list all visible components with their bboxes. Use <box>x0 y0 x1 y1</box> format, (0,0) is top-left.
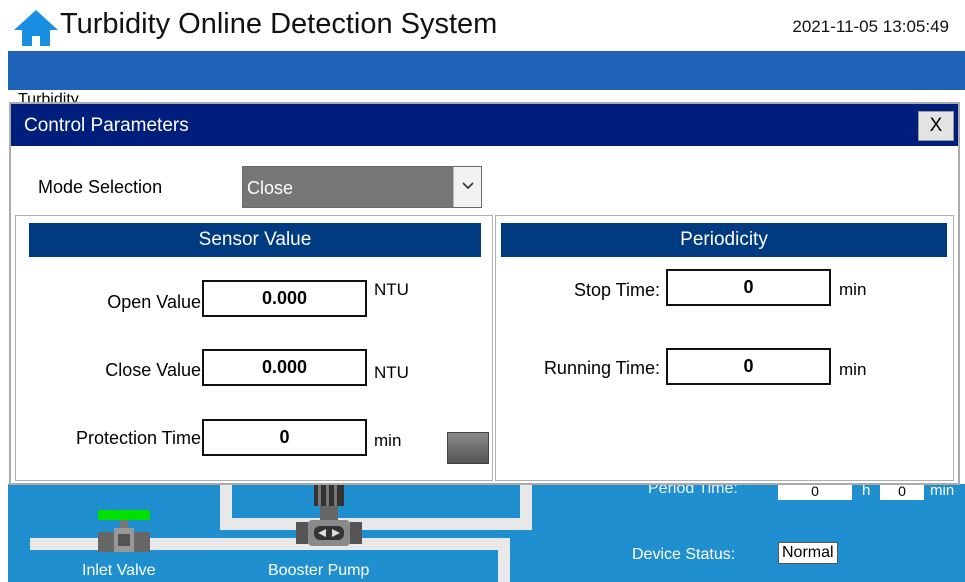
pipe <box>520 484 532 530</box>
close-value-label: Close Value: <box>105 360 206 380</box>
close-value-input[interactable]: 0.000 <box>202 349 367 386</box>
chevron-down-icon <box>462 182 474 190</box>
open-value-unit: NTU <box>374 280 409 299</box>
pipe <box>220 518 532 530</box>
stop-time-unit: min <box>839 280 867 299</box>
mode-selection-value: Close <box>247 178 294 198</box>
dialog-titlebar: Control Parameters X <box>11 104 958 146</box>
home-icon[interactable] <box>12 8 60 48</box>
period-time-row: Period Time: 0 h 0 min <box>648 484 965 502</box>
period-hours-field[interactable]: 0 <box>778 484 852 500</box>
app-header: Turbidity Online Detection System 2021-1… <box>0 0 965 50</box>
inlet-valve-icon[interactable] <box>96 510 152 554</box>
tab-turbidity[interactable]: Turbidity <box>18 90 79 102</box>
datetime-display: 2021-11-05 13:05:49 <box>792 17 949 36</box>
apply-button[interactable] <box>447 432 489 464</box>
sensor-value-header: Sensor Value <box>29 223 481 257</box>
pipe <box>498 538 510 582</box>
app-title: Turbidity Online Detection System <box>60 8 498 40</box>
period-minutes-unit: min <box>930 484 955 499</box>
running-time-label: Running Time: <box>543 358 660 378</box>
booster-pump-icon[interactable] <box>290 484 368 556</box>
nav-bar <box>8 50 965 90</box>
stop-time-label: Stop Time: <box>573 280 660 300</box>
open-value-label: Open Value: <box>107 292 206 312</box>
running-time-input[interactable]: 0 <box>666 348 831 385</box>
inlet-valve-label: Inlet Valve <box>82 562 156 579</box>
periodicity-panel: Periodicity Stop Time: 0 min Running Tim… <box>495 215 954 481</box>
booster-pump-label: Booster Pump <box>268 562 370 579</box>
stop-time-input[interactable]: 0 <box>666 269 831 306</box>
mode-selection-label: Mode Selection <box>38 177 163 197</box>
running-time-unit: min <box>839 360 867 379</box>
period-minutes-field[interactable]: 0 <box>880 484 924 500</box>
protection-time-label: Protection Time: <box>75 428 206 448</box>
periodicity-header: Periodicity <box>501 223 947 257</box>
process-diagram: Inlet Valve Booster Pump Period Time: 0 … <box>8 484 965 582</box>
close-button[interactable]: X <box>918 111 954 141</box>
mode-selection-dropdown[interactable]: Close <box>242 166 482 208</box>
protection-time-unit: min <box>374 431 402 450</box>
protection-time-input[interactable]: 0 <box>202 419 367 456</box>
sensor-value-panel: Sensor Value Open Value: 0.000 NTU Close… <box>15 215 493 481</box>
device-status-label: Device Status: <box>632 546 736 563</box>
close-value-unit: NTU <box>374 363 409 382</box>
device-status-value: Normal <box>778 542 838 564</box>
open-value-input[interactable]: 0.000 <box>202 280 367 317</box>
period-hours-unit: h <box>862 484 871 499</box>
period-time-label: Period Time: <box>648 484 738 497</box>
dropdown-arrow[interactable] <box>453 167 481 207</box>
dialog-title: Control Parameters <box>24 115 189 136</box>
control-parameters-dialog: Control Parameters X Mode Selection Clos… <box>9 102 960 485</box>
